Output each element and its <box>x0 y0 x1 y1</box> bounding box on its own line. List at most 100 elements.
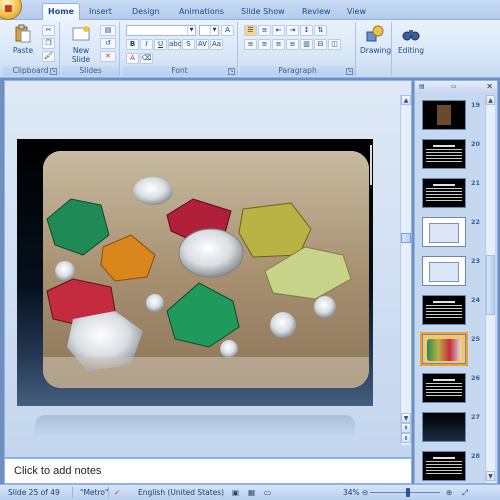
strikethrough-icon[interactable]: abc <box>168 39 182 50</box>
zoom-out-icon[interactable]: ⊖ <box>362 488 368 497</box>
slide-thumbnail-27[interactable]: 27 <box>417 411 495 445</box>
delete-slide-icon[interactable]: ✕ <box>100 51 116 62</box>
decrease-indent-icon[interactable]: ⇤ <box>272 25 285 36</box>
thumb-scroll-up-icon[interactable]: ▲ <box>486 95 495 105</box>
slide-thumbnail-21[interactable]: 21 <box>417 177 495 211</box>
align-text-icon[interactable]: ⊟ <box>314 39 327 50</box>
format-painter-icon[interactable]: 🖌 <box>42 51 55 62</box>
next-slide-icon[interactable]: ⇟ <box>401 433 411 443</box>
line-spacing-icon[interactable]: ↕ <box>300 25 313 36</box>
reset-icon[interactable]: ↺ <box>100 38 116 49</box>
increase-indent-icon[interactable]: ⇥ <box>286 25 299 36</box>
normal-view-icon[interactable]: ▣ <box>232 488 239 497</box>
slide-thumbnail-20[interactable]: 20 <box>417 138 495 172</box>
tab-outline-icon[interactable]: ▤ <box>419 82 425 92</box>
slide-thumbnail-26[interactable]: 26 <box>417 372 495 406</box>
thumb-scroll-down-icon[interactable]: ▼ <box>486 471 495 481</box>
thumbnail-scrollbar[interactable]: ▲ ▼ <box>485 95 495 483</box>
current-slide[interactable] <box>17 139 373 406</box>
paragraph-dialog-launcher[interactable]: ↘ <box>346 68 353 75</box>
tab-insert[interactable]: Insert <box>84 4 117 20</box>
cut-icon[interactable]: ✂ <box>42 25 55 36</box>
new-slide-button[interactable]: New Slide <box>66 24 96 64</box>
slide-vertical-scrollbar[interactable]: ▲ ▼ ⇞ ⇟ <box>400 95 411 445</box>
align-right-icon[interactable]: ≡ <box>272 39 285 50</box>
spelling-check-icon[interactable]: ✓ <box>114 488 120 497</box>
slide-thumbnail-28[interactable]: 28 <box>417 450 495 484</box>
align-left-icon[interactable]: ≡ <box>244 39 257 50</box>
scroll-thumb[interactable] <box>401 233 411 243</box>
thumbnail-preview <box>422 100 466 130</box>
font-color-icon[interactable]: A <box>126 53 139 64</box>
slides-thumbnail-pane: ▤ ▭ ✕ 19 20 21 22 23 24 25 26 27 28 ▲ ▼ <box>414 80 498 484</box>
previous-slide-icon[interactable]: ⇞ <box>401 423 411 433</box>
tab-slides-icon[interactable]: ▭ <box>451 82 457 92</box>
tab-animations[interactable]: Animations <box>174 4 229 20</box>
paste-button[interactable]: Paste <box>8 24 38 64</box>
ribbon-tab-bar: ■ Home Insert Design Animations Slide Sh… <box>0 0 500 21</box>
slide-thumbnail-22[interactable]: 22 <box>417 216 495 250</box>
gemstones-photo[interactable] <box>43 151 369 388</box>
copy-icon[interactable]: ❐ <box>42 38 55 49</box>
clear-format-icon[interactable]: ⌫ <box>140 53 153 64</box>
office-button[interactable]: ■ <box>0 0 22 20</box>
scroll-down-icon[interactable]: ▼ <box>401 413 411 423</box>
slide-thumbnail-25[interactable]: 25 <box>417 332 495 367</box>
new-slide-label: New Slide <box>71 46 91 64</box>
slide-show-icon[interactable]: ▭ <box>264 488 271 497</box>
slide-reflection <box>35 415 355 437</box>
font-size-combo[interactable]: ▼ <box>199 25 219 36</box>
smartart-icon[interactable]: ◫ <box>328 39 341 50</box>
bold-icon[interactable]: B <box>126 39 139 50</box>
slide-thumbnail-24[interactable]: 24 <box>417 294 495 328</box>
slide-number: 21 <box>471 179 481 187</box>
numbering-icon[interactable]: ≡ <box>258 25 271 36</box>
slide-number: 22 <box>471 218 481 226</box>
columns-icon[interactable]: ▥ <box>300 39 313 50</box>
bullets-icon[interactable]: ☰ <box>244 25 257 36</box>
zoom-slider[interactable] <box>370 492 440 493</box>
notes-pane[interactable]: Click to add notes <box>4 458 412 484</box>
close-icon[interactable]: ✕ <box>486 82 493 91</box>
layout-icon[interactable]: ▤ <box>100 25 116 36</box>
slide-thumbnail-23[interactable]: 23 <box>417 255 495 289</box>
underline-icon[interactable]: U <box>154 39 167 50</box>
justify-icon[interactable]: ≡ <box>286 39 299 50</box>
grow-font-icon[interactable]: A <box>221 25 234 36</box>
editing-button[interactable]: Editing <box>396 24 426 64</box>
zoom-in-icon[interactable]: ⊕ <box>446 488 452 497</box>
status-separator <box>72 487 73 498</box>
slide-number: 20 <box>471 140 481 148</box>
slide-number: 23 <box>471 257 481 265</box>
tab-design[interactable]: Design <box>127 4 165 20</box>
status-bar: Slide 25 of 49 "Metro" ✓ English (United… <box>0 484 500 500</box>
slide-thumbnail-19[interactable]: 19 <box>417 99 495 133</box>
tab-view[interactable]: View <box>342 4 371 20</box>
spacing-icon[interactable]: AV <box>196 39 209 50</box>
paste-label: Paste <box>12 46 34 55</box>
thumb-scroll-thumb[interactable] <box>486 255 495 315</box>
zoom-slider-thumb[interactable] <box>406 488 410 497</box>
language-indicator[interactable]: English (United States) <box>138 488 224 497</box>
tab-review[interactable]: Review <box>297 4 336 20</box>
font-name-combo[interactable]: ▼ <box>126 25 196 36</box>
fit-to-window-icon[interactable]: ⤢ <box>462 488 468 498</box>
drawing-button[interactable]: Drawing <box>360 24 391 64</box>
zoom-percent[interactable]: 34% <box>343 488 360 497</box>
clipboard-dialog-launcher[interactable]: ↘ <box>50 68 57 75</box>
shapes-icon <box>366 25 384 42</box>
scroll-up-icon[interactable]: ▲ <box>401 95 411 105</box>
text-direction-icon[interactable]: ⇅ <box>314 25 327 36</box>
editing-label: Editing <box>397 46 425 55</box>
change-case-icon[interactable]: Aa <box>210 39 223 50</box>
font-dialog-launcher[interactable]: ↘ <box>228 68 235 75</box>
drawing-group: Drawing <box>358 22 392 76</box>
tab-home[interactable]: Home <box>42 3 80 21</box>
shadow-icon[interactable]: S <box>182 39 195 50</box>
italic-icon[interactable]: I <box>140 39 153 50</box>
thumbnail-preview <box>422 295 466 325</box>
slide-sorter-icon[interactable]: ▦ <box>248 488 255 497</box>
tab-slide-show[interactable]: Slide Show <box>236 4 290 20</box>
status-separator <box>108 487 109 498</box>
align-center-icon[interactable]: ≡ <box>258 39 271 50</box>
